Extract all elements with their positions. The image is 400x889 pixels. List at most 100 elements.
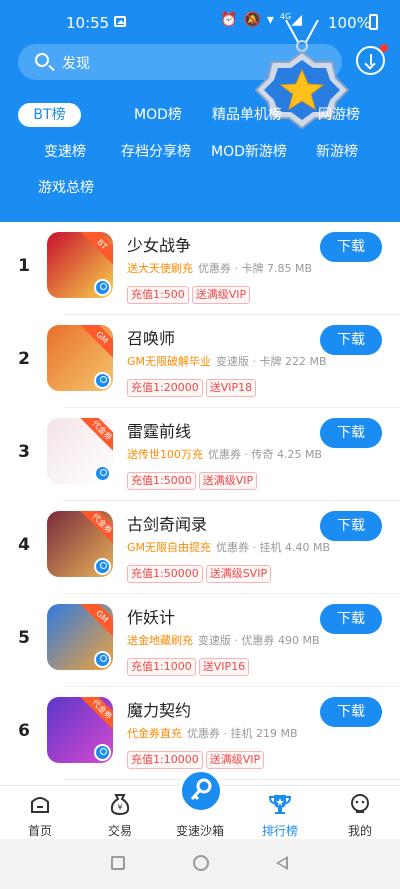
speed-sandbox-button[interactable] (179, 769, 223, 813)
search-icon (35, 53, 49, 67)
game-rank: 1 (18, 256, 30, 276)
game-icon-tag: 代金券 (78, 418, 113, 455)
game-badge: 充值1:1000 (127, 658, 196, 676)
system-nav-bar (0, 839, 400, 889)
game-badge: 送VIP18 (205, 379, 257, 397)
game-rank: 6 (18, 721, 30, 741)
download-button[interactable]: 下载 (320, 232, 382, 262)
game-badges: 充值1:50000 送满级SVIP (127, 562, 274, 583)
game-name: 少女战争 (127, 236, 192, 255)
nav-ranking[interactable]: 排行榜 (250, 786, 310, 840)
game-rank: 5 (18, 628, 30, 648)
back-button[interactable] (276, 856, 288, 870)
game-badges: 充值1:10000 送满级VIP (127, 748, 267, 769)
user-face-icon (351, 794, 369, 813)
nav-trade[interactable]: ¥ 交易 (90, 786, 150, 840)
game-promo: 代金券直充 (127, 727, 182, 740)
battery-icon (369, 14, 378, 30)
tab-speed[interactable]: 变速榜 (44, 140, 86, 164)
nav-trade-label: 交易 (107, 824, 132, 838)
game-icon[interactable]: GM (47, 604, 113, 670)
game-badge: 送满级VIP (198, 472, 258, 490)
tab-overall[interactable]: 游戏总榜 (38, 176, 94, 200)
tab-bt[interactable]: BT榜 (18, 103, 81, 127)
nav-home-label: 首页 (27, 824, 52, 838)
recent-apps-button[interactable] (111, 856, 125, 870)
speed-key-icon (94, 372, 111, 389)
tab-mod[interactable]: MOD榜 (134, 103, 182, 127)
game-row[interactable]: 4 代金券 古剑奇闻录 GM无限自由提充 优惠券 · 挂机 4.40 MB 充值1:500… (0, 501, 400, 594)
game-icon-tag: BT (78, 232, 113, 269)
game-badges: 充值1:5000 送满级VIP (127, 469, 260, 490)
game-icon[interactable]: 代金券 (47, 511, 113, 577)
game-icon[interactable]: 代金券 (47, 697, 113, 763)
game-rank: 4 (18, 535, 30, 555)
game-meta: 送传世100万充 优惠券 · 传奇 4.25 MB (127, 446, 322, 462)
search-placeholder: 发现 (62, 56, 90, 72)
game-meta: GM无限破解毕业 变速版 · 卡牌 222 MB (127, 353, 327, 369)
speed-key-icon (94, 744, 111, 761)
game-row[interactable]: 2 GM 召唤师 GM无限破解毕业 变速版 · 卡牌 222 MB 充值1:20000 送V… (0, 315, 400, 408)
game-tags: 优惠券 · 挂机 4.40 MB (216, 541, 331, 554)
game-tags: 变速版 · 卡牌 222 MB (216, 355, 327, 368)
game-meta: 送大天使刷充 优惠券 · 卡牌 7.85 MB (127, 260, 312, 276)
trophy-icon (268, 795, 292, 814)
app-root: 10:55 ⏰🔕▾4G◢ 100% 发现 BT榜 MOD榜 精品单机榜 网游榜 … (0, 0, 400, 889)
tab-save-share[interactable]: 存档分享榜 (121, 140, 191, 164)
nav-ranking-label: 排行榜 (261, 824, 298, 838)
game-icon-tag: GM (78, 604, 113, 641)
download-icon (370, 54, 372, 65)
nav-mine[interactable]: 我的 (330, 786, 390, 840)
download-button[interactable]: 下载 (320, 418, 382, 448)
game-icon[interactable]: GM (47, 325, 113, 391)
game-badge: 送VIP16 (198, 658, 250, 676)
game-badge: 充值1:50000 (127, 565, 203, 583)
game-tags: 优惠券 · 卡牌 7.85 MB (198, 262, 313, 275)
game-name: 古剑奇闻录 (127, 515, 208, 534)
game-promo: GM无限破解毕业 (127, 355, 212, 368)
game-tags: 优惠券 · 传奇 4.25 MB (208, 448, 323, 461)
game-row[interactable]: 6 代金券 魔力契约 代金券直充 优惠券 · 挂机 219 MB 充值1:10000 送满级… (0, 687, 400, 780)
game-row[interactable]: 1 BT 少女战争 送大天使刷充 优惠券 · 卡牌 7.85 MB 充值1:500 送满级V… (0, 222, 400, 315)
game-badges: 充值1:1000 送VIP16 (127, 655, 252, 676)
row-divider (64, 779, 400, 780)
tab-mod-new[interactable]: MOD新游榜 (211, 140, 287, 164)
home-button[interactable] (193, 855, 209, 871)
game-badge: 送满级VIP (191, 286, 251, 304)
game-badge: 送满级SVIP (205, 565, 272, 583)
game-rank: 3 (18, 442, 30, 462)
nav-mine-label: 我的 (347, 824, 372, 838)
game-tags: 变速版 · 优惠券 490 MB (198, 634, 320, 647)
game-badge: 充值1:5000 (127, 472, 196, 490)
game-badge: 送满级VIP (205, 751, 265, 769)
download-button[interactable]: 下载 (320, 604, 382, 634)
status-time: 10:55 (66, 14, 110, 32)
download-manager-button[interactable] (356, 44, 388, 75)
download-button[interactable]: 下载 (320, 511, 382, 541)
game-icon-tag: GM (78, 325, 113, 362)
game-icon-tag: 代金券 (78, 511, 113, 548)
speed-key-icon (94, 651, 111, 668)
header: 10:55 ⏰🔕▾4G◢ 100% 发现 BT榜 MOD榜 精品单机榜 网游榜 … (0, 0, 400, 222)
nav-home[interactable]: 首页 (10, 786, 70, 840)
speed-key-icon (94, 558, 111, 575)
money-bag-icon: ¥ (110, 794, 130, 816)
download-button[interactable]: 下载 (320, 325, 382, 355)
alarm-icon: ⏰ (220, 12, 244, 28)
tab-new[interactable]: 新游榜 (316, 140, 358, 164)
game-name: 雷霆前线 (127, 422, 192, 441)
svg-text:¥: ¥ (117, 803, 122, 812)
game-row[interactable]: 3 代金券 雷霆前线送传世100万充 优惠券 · 传奇 4.25 MB 充值1:5000… (0, 408, 400, 501)
notification-dot (380, 44, 388, 52)
game-tags: 优惠券 · 挂机 219 MB (187, 727, 298, 740)
game-promo: 送金地藏刷充 (127, 634, 193, 647)
tab-premium-single[interactable]: 精品单机榜 (212, 103, 282, 127)
game-promo: 送大天使刷充 (127, 262, 193, 275)
download-button[interactable]: 下载 (320, 697, 382, 727)
game-icon[interactable]: 代金券 (47, 418, 113, 484)
game-row[interactable]: 5 GM 作妖计 送金地藏刷充 变速版 · 优惠券 490 MB 充值1:1000 送VIP… (0, 594, 400, 687)
game-icon[interactable]: BT (47, 232, 113, 298)
tab-online[interactable]: 网游榜 (318, 103, 360, 127)
game-promo: GM无限自由提充 (127, 541, 212, 554)
speed-key-icon (94, 279, 111, 296)
